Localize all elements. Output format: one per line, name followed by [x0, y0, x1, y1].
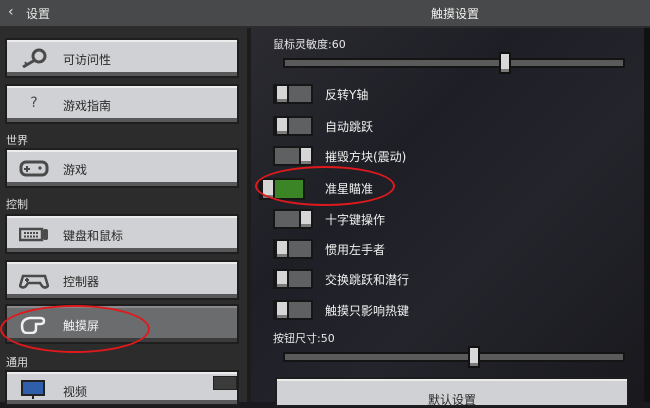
mouse-sensitivity-label: 鼠标灵敏度:60 [273, 38, 346, 51]
scrollbar[interactable] [644, 28, 650, 402]
sidebar-item-label: 控制器 [63, 275, 100, 289]
sidebar-item-video[interactable]: 视频 [5, 370, 239, 406]
toggle-label: 惯用左手者 [325, 243, 386, 257]
toggle-knob [299, 209, 313, 229]
sidebar-item-label: 键盘和鼠标 [63, 229, 124, 243]
toggle-label: 摧毁方块(震动) [325, 150, 407, 164]
section-world: 世界 [6, 134, 28, 147]
annotation-circle-crosshair [255, 166, 395, 206]
button-size-thumb[interactable] [468, 346, 481, 368]
annotation-circle-touch [0, 305, 150, 353]
reset-defaults-button[interactable]: 默认设置 [275, 377, 629, 407]
key-icon [22, 48, 47, 68]
toggle-switch[interactable] [273, 269, 313, 289]
mouse-sensitivity-slider[interactable] [283, 58, 625, 68]
toggle-knob [275, 239, 289, 259]
button-size-slider[interactable] [283, 352, 625, 362]
toggle-switch[interactable] [273, 300, 313, 320]
sidebar-item-keyboard-mouse[interactable]: 键盘和鼠标 [5, 214, 239, 254]
toggle-switch[interactable] [273, 116, 313, 136]
settings-panel: 鼠标灵敏度:60 反转Y轴 自动跳跃 摧毁方块(震动) 准星瞄准 十字键操作 惯用左手者交… [251, 28, 650, 407]
toggle-switch[interactable] [273, 239, 313, 259]
section-controls: 控制 [6, 198, 28, 211]
gamepad-icon [19, 160, 49, 177]
sidebar-item-guide[interactable]: ? 游戏指南 [5, 84, 239, 124]
button-size-label: 按钮尺寸:50 [273, 332, 335, 345]
toggle-knob [299, 146, 313, 166]
section-general: 通用 [6, 356, 28, 369]
question-icon: ? [30, 95, 38, 111]
toggle-label: 自动跳跃 [325, 120, 374, 134]
toggle-knob [275, 84, 289, 104]
sidebar-item-label: 可访问性 [63, 53, 112, 67]
toggle-label: 十字键操作 [325, 213, 386, 227]
sidebar-item-label: 视频 [63, 385, 88, 399]
sidebar-item-game[interactable]: 游戏 [5, 148, 239, 188]
toggle-knob [275, 300, 289, 320]
toggle-label: 触摸只影响热键 [325, 304, 410, 318]
sidebar-item-accessibility[interactable]: 可访问性 [5, 38, 239, 78]
keyboard-icon [19, 227, 48, 242]
toggle-switch[interactable] [273, 209, 313, 229]
toggle-label: 反转Y轴 [325, 88, 369, 102]
sidebar-item-controller[interactable]: 控制器 [5, 260, 239, 300]
sidebar: 可访问性 ? 游戏指南 世界 游戏 控制 键盘和鼠标 控制器 触摸屏 通用 视频 [0, 28, 251, 406]
toggle-label: 交换跳跃和潜行 [325, 273, 410, 287]
sidebar-item-label: 游戏指南 [63, 99, 112, 113]
top-bar: ‹ 设置 触摸设置 [0, 0, 650, 28]
reset-label: 默认设置 [427, 393, 476, 407]
toggle-knob [275, 269, 289, 289]
toggle-switch[interactable] [273, 146, 313, 166]
monitor-icon [21, 380, 45, 399]
toggle-knob [275, 116, 289, 136]
controller-icon [19, 274, 49, 289]
page-title: 触摸设置 [430, 7, 479, 21]
toggle-switch[interactable] [273, 84, 313, 104]
mouse-sensitivity-thumb[interactable] [498, 52, 511, 74]
sidebar-item-label: 游戏 [63, 163, 88, 177]
controller-badge-icon [213, 376, 237, 390]
